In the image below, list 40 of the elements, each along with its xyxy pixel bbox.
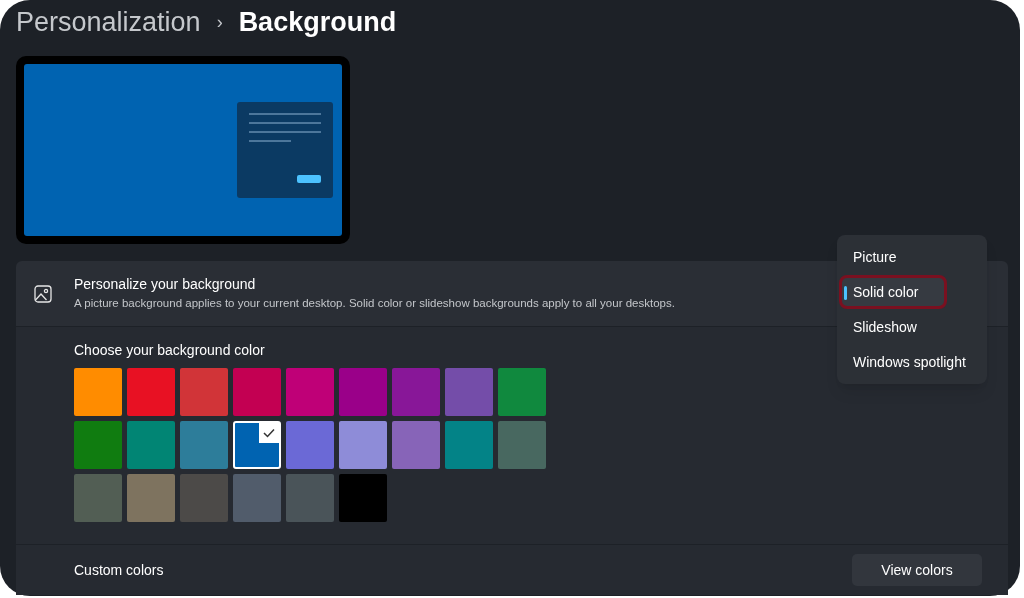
section-title: Choose your background color	[74, 341, 266, 360]
dropdown-option[interactable]: Windows spotlight	[839, 345, 985, 379]
color-swatch[interactable]	[339, 474, 387, 522]
dropdown-option[interactable]: Slideshow	[839, 310, 985, 344]
color-swatch[interactable]	[180, 368, 228, 416]
custom-colors-label: Custom colors	[74, 560, 164, 580]
color-swatch[interactable]	[180, 421, 228, 469]
color-swatch[interactable]	[286, 421, 334, 469]
selection-indicator	[844, 286, 847, 300]
checkmark-icon	[259, 423, 279, 443]
color-swatch[interactable]	[233, 368, 281, 416]
window-preview-icon	[237, 102, 333, 198]
color-swatch[interactable]	[498, 421, 546, 469]
dropdown-option[interactable]: Picture	[839, 240, 985, 274]
color-swatch[interactable]	[445, 368, 493, 416]
view-colors-button[interactable]: View colors	[852, 554, 982, 586]
color-swatch[interactable]	[286, 474, 334, 522]
image-icon	[34, 284, 52, 303]
color-swatch[interactable]	[127, 474, 175, 522]
color-swatch[interactable]	[498, 368, 546, 416]
color-swatch[interactable]	[392, 368, 440, 416]
breadcrumb-parent[interactable]: Personalization	[16, 1, 201, 43]
dropdown-option[interactable]: Solid color	[839, 275, 947, 309]
color-swatch[interactable]	[233, 421, 281, 469]
breadcrumb-separator: ›	[216, 10, 223, 34]
setting-description: A picture background applies to your current desktop. Solid color or slideshow backgrounds apply to all your desktops.	[74, 296, 675, 312]
color-swatch[interactable]	[74, 474, 122, 522]
color-swatch[interactable]	[74, 421, 122, 469]
color-swatch[interactable]	[180, 474, 228, 522]
color-swatch[interactable]	[392, 421, 440, 469]
color-swatch[interactable]	[233, 474, 281, 522]
color-swatch[interactable]	[445, 421, 493, 469]
color-swatch[interactable]	[339, 421, 387, 469]
page-title: Background	[238, 5, 397, 39]
color-swatch[interactable]	[127, 421, 175, 469]
setting-title: Personalize your background	[74, 275, 257, 295]
color-swatch[interactable]	[127, 368, 175, 416]
color-swatch[interactable]	[339, 368, 387, 416]
color-swatch[interactable]	[286, 368, 334, 416]
color-swatch[interactable]	[74, 368, 122, 416]
